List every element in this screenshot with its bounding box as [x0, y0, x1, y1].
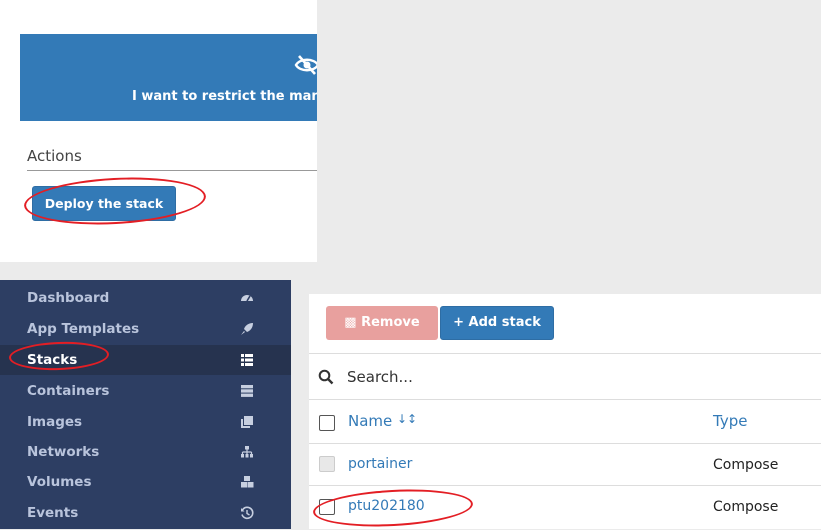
search-input[interactable] [347, 365, 747, 389]
server-icon [241, 385, 253, 397]
sidebar-item-images[interactable]: Images [0, 407, 291, 437]
sidebar-item-label: Containers [27, 383, 110, 399]
column-header-type[interactable]: Type [713, 412, 747, 430]
sitemap-icon [241, 446, 253, 458]
divider [309, 399, 821, 400]
sidebar-item-dashboard[interactable]: Dashboard [0, 283, 291, 313]
clone-icon [241, 416, 253, 428]
divider [309, 353, 821, 354]
sidebar-item-events[interactable]: Events [0, 498, 291, 528]
sidebar-item-networks[interactable]: Networks [0, 437, 291, 467]
tachometer-icon [241, 295, 253, 302]
actions-divider [27, 170, 317, 171]
divider [309, 443, 821, 444]
stack-editor-panel: I want to restrict the manage Actions De… [0, 0, 317, 262]
add-stack-button[interactable]: + Add stack [440, 306, 554, 340]
column-header-name[interactable]: Name [348, 412, 392, 430]
select-all-checkbox[interactable] [319, 415, 335, 431]
sidebar: Dashboard App Templates Stacks Container… [0, 280, 291, 529]
cubes-icon [241, 476, 254, 488]
stack-type: Compose [713, 457, 779, 473]
remove-label: Remove [361, 315, 420, 330]
sidebar-item-volumes[interactable]: Volumes [0, 467, 291, 497]
history-icon [241, 506, 254, 520]
actions-title: Actions [27, 147, 82, 165]
sort-alpha-icon[interactable]: ↓↕ [397, 412, 417, 426]
eye-slash-icon [294, 55, 317, 75]
sidebar-item-label: Volumes [27, 474, 92, 490]
th-list-icon [241, 354, 253, 366]
stack-name-link[interactable]: portainer [348, 456, 412, 472]
sidebar-item-label: Dashboard [27, 290, 110, 306]
access-control-text: I want to restrict the manage [132, 89, 317, 104]
search-icon [318, 369, 334, 385]
sidebar-item-label: App Templates [27, 321, 140, 337]
sidebar-item-label: Networks [27, 444, 100, 460]
rocket-icon [241, 323, 253, 335]
trash-icon: ▩ [344, 315, 357, 330]
sidebar-item-app-templates[interactable]: App Templates [0, 314, 291, 344]
row-checkbox [319, 456, 335, 472]
divider [309, 485, 821, 486]
access-control-option[interactable]: I want to restrict the manage [20, 34, 317, 121]
sidebar-item-containers[interactable]: Containers [0, 376, 291, 406]
sidebar-item-label: Images [27, 414, 83, 430]
sidebar-item-label: Events [27, 505, 79, 521]
remove-button[interactable]: ▩ Remove [326, 306, 438, 340]
stack-type: Compose [713, 499, 779, 515]
